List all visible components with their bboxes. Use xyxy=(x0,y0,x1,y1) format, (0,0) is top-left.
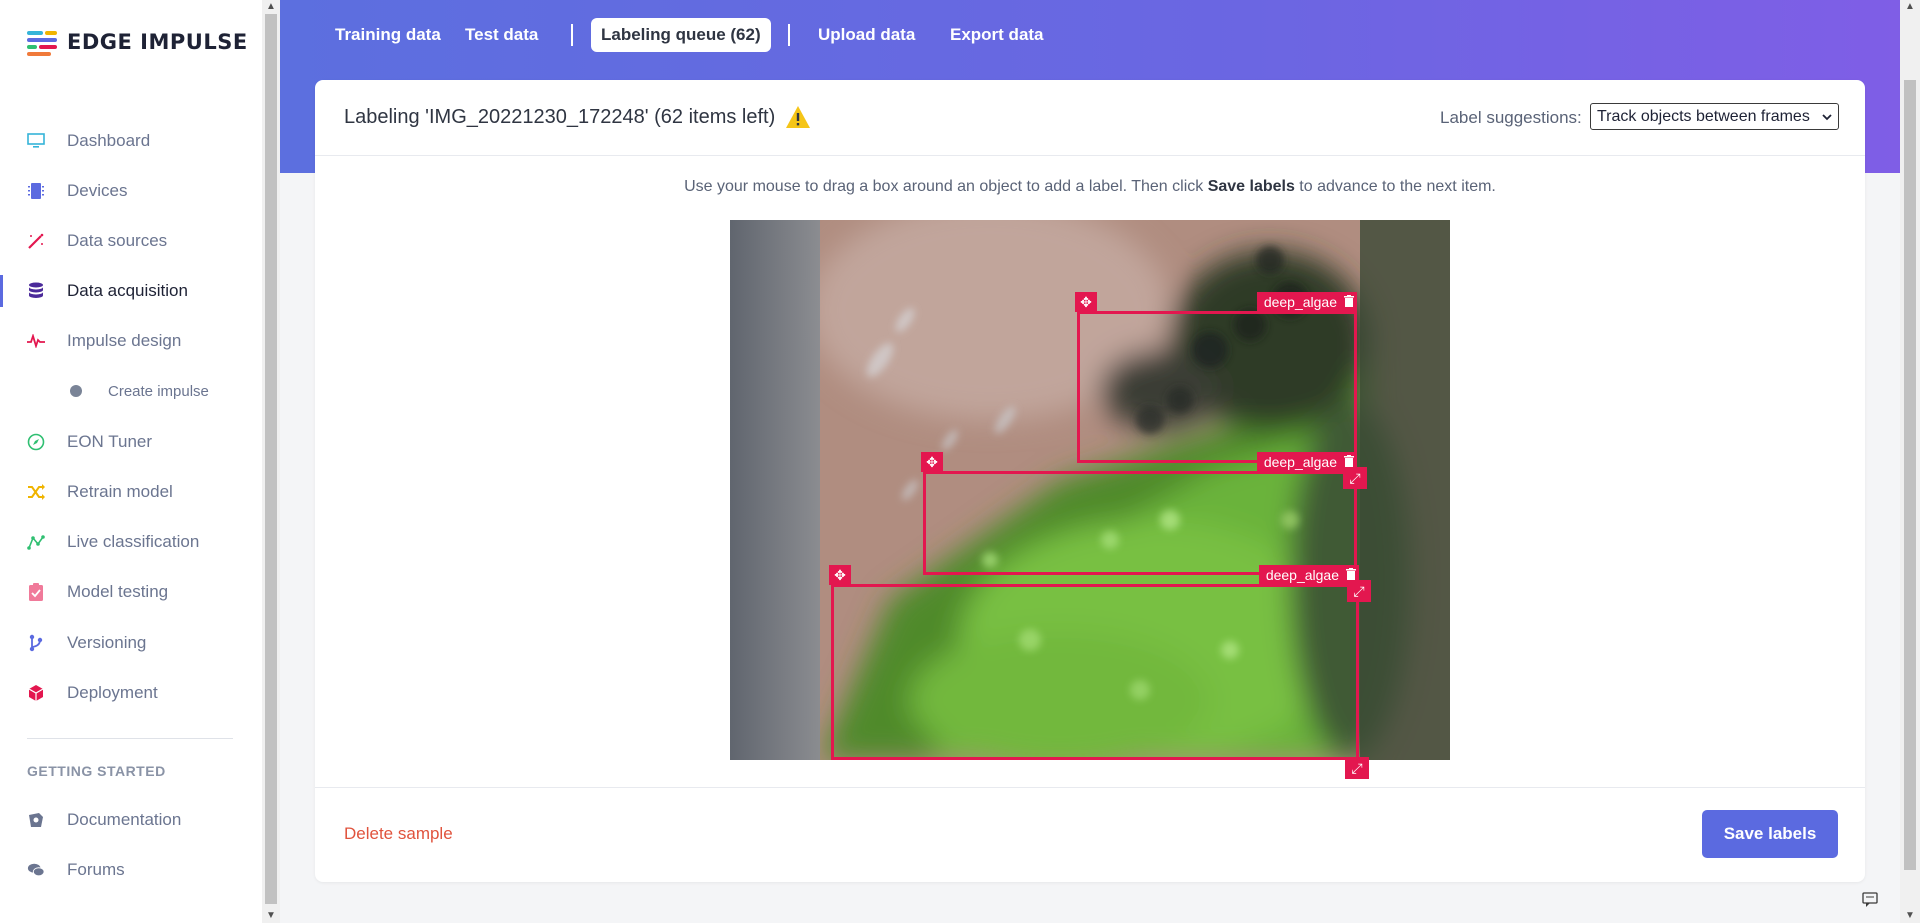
chevron-down-icon xyxy=(1822,108,1832,126)
sidebar-item-label: EON Tuner xyxy=(67,432,153,451)
shuffle-icon xyxy=(27,483,45,501)
edge-impulse-logo-icon xyxy=(27,30,59,56)
sidebar-item-label: Deployment xyxy=(67,683,158,702)
magic-wand-icon xyxy=(27,232,45,250)
sidebar-item-forums[interactable]: Forums xyxy=(0,850,262,890)
trash-icon[interactable] xyxy=(1345,567,1357,581)
sidebar-item-retrain-model[interactable]: Retrain model xyxy=(0,472,262,512)
page-scrollbar-thumb[interactable] xyxy=(1904,80,1916,870)
sidebar-item-data-sources[interactable]: Data sources xyxy=(0,221,262,261)
tab-test-data[interactable]: Test data xyxy=(455,18,548,52)
sidebar-item-versioning[interactable]: Versioning xyxy=(0,623,262,663)
sidebar-item-dashboard[interactable]: Dashboard xyxy=(0,121,262,161)
sidebar-item-documentation[interactable]: Documentation xyxy=(0,800,262,840)
move-handle-icon[interactable]: ✥ xyxy=(921,452,943,472)
graph-icon xyxy=(27,533,45,551)
page-scrollbar[interactable]: ▲ ▼ xyxy=(1900,0,1920,923)
dot-icon xyxy=(70,385,82,397)
save-labels-button[interactable]: Save labels xyxy=(1702,810,1838,858)
clipboard-check-icon xyxy=(27,583,45,601)
bounding-box-label-text: deep_algae xyxy=(1263,454,1337,470)
sidebar-scrollbar[interactable]: ▲ ▼ xyxy=(262,0,280,923)
cube-icon xyxy=(27,684,45,702)
sidebar-item-devices[interactable]: Devices xyxy=(0,171,262,211)
bounding-box[interactable]: ✥ deep_algae xyxy=(1075,292,1357,463)
sidebar-item-impulse-design[interactable]: Impulse design xyxy=(0,321,262,361)
tab-separator xyxy=(788,24,790,46)
move-handle-icon[interactable]: ✥ xyxy=(829,565,851,585)
compass-icon xyxy=(27,433,45,451)
sidebar-item-label: Impulse design xyxy=(67,331,182,350)
chat-bubbles-icon xyxy=(27,861,45,879)
sidebar-item-label: Forums xyxy=(67,860,125,879)
sidebar-divider xyxy=(27,738,233,739)
label-suggestions-label: Label suggestions: xyxy=(1440,108,1582,127)
bounding-box[interactable]: ✥ deep_algae ⤢ xyxy=(921,452,1367,575)
sidebar-item-model-testing[interactable]: Model testing xyxy=(0,572,262,612)
tab-labeling-queue[interactable]: Labeling queue (62) xyxy=(591,18,771,52)
resize-handle-icon[interactable]: ⤢ xyxy=(1345,757,1369,779)
sidebar-item-label: Documentation xyxy=(67,810,182,829)
trash-icon[interactable] xyxy=(1343,454,1355,468)
sidebar-item-label: Live classification xyxy=(67,532,200,551)
section-heading: GETTING STARTED xyxy=(27,763,166,779)
trash-icon[interactable] xyxy=(1343,294,1355,308)
bounding-box-label: deep_algae xyxy=(1258,565,1359,585)
instruction-text: Use your mouse to drag a box around an o… xyxy=(315,178,1865,196)
tab-upload-data[interactable]: Upload data xyxy=(808,18,925,52)
card-footer-divider xyxy=(315,787,1865,788)
sidebar-item-live-classification[interactable]: Live classification xyxy=(0,522,262,562)
delete-sample-link[interactable]: Delete sample xyxy=(344,824,453,844)
branch-icon xyxy=(27,634,45,652)
sidebar-item-label: Data acquisition xyxy=(67,281,188,300)
book-icon xyxy=(27,811,45,829)
sidebar-item-label: Dashboard xyxy=(67,131,151,150)
bounding-box-label: deep_algae xyxy=(1256,292,1357,312)
instruction-bold: Save labels xyxy=(1207,178,1295,195)
sidebar-scrollbar-thumb[interactable] xyxy=(265,14,277,904)
bounding-box[interactable]: ✥ deep_algae ⤢ ⤢ xyxy=(829,565,1371,779)
sidebar-item-deployment[interactable]: Deployment xyxy=(0,673,262,713)
brand-name: EDGE IMPULSE xyxy=(67,30,248,54)
sidebar-item-label: Data sources xyxy=(67,231,168,250)
instruction-suffix: to advance to the next item. xyxy=(1294,178,1496,195)
sidebar-item-label: Devices xyxy=(67,181,128,200)
sidebar-item-data-acquisition[interactable]: Data acquisition xyxy=(0,271,262,311)
warning-icon[interactable] xyxy=(785,105,811,129)
card-header: Labeling 'IMG_20221230_172248' (62 items… xyxy=(315,80,1865,156)
sidebar-item-create-impulse[interactable]: Create impulse xyxy=(0,371,262,411)
database-icon xyxy=(27,282,45,300)
labeling-canvas[interactable]: ✥ deep_algae ✥ deep_algae ⤢ ✥ deep_algae xyxy=(730,220,1450,779)
sidebar-item-eon-tuner[interactable]: EON Tuner xyxy=(0,422,262,462)
sidebar-item-label: Versioning xyxy=(67,633,147,652)
pulse-icon xyxy=(27,332,45,350)
bounding-box-label: deep_algae xyxy=(1256,452,1357,472)
label-suggestions-select[interactable]: Track objects between frames xyxy=(1590,103,1839,130)
tab-training-data[interactable]: Training data xyxy=(325,18,451,52)
sidebar-item-label: Retrain model xyxy=(67,482,173,501)
feedback-icon[interactable] xyxy=(1862,892,1878,908)
bounding-box-label-text: deep_algae xyxy=(1265,567,1339,583)
label-suggestions-value: Track objects between frames xyxy=(1597,107,1810,125)
cpu-icon xyxy=(27,182,45,200)
resize-handle-icon[interactable]: ⤢ xyxy=(1347,580,1371,602)
bounding-box-label-text: deep_algae xyxy=(1263,294,1337,310)
sidebar-item-label: Create impulse xyxy=(108,382,209,400)
instruction-prefix: Use your mouse to drag a box around an o… xyxy=(684,178,1208,195)
tab-export-data[interactable]: Export data xyxy=(940,18,1054,52)
page-title: Labeling 'IMG_20221230_172248' (62 items… xyxy=(344,106,776,128)
logo[interactable]: EDGE IMPULSE xyxy=(27,30,248,56)
sidebar: EDGE IMPULSE Dashboard Devices Data sour… xyxy=(0,0,262,923)
labeling-card: Labeling 'IMG_20221230_172248' (62 items… xyxy=(315,80,1865,882)
tab-separator xyxy=(571,24,573,46)
move-handle-icon[interactable]: ✥ xyxy=(1075,292,1097,312)
resize-handle-icon[interactable]: ⤢ xyxy=(1343,467,1367,489)
monitor-icon xyxy=(27,132,45,150)
sidebar-item-label: Model testing xyxy=(67,582,169,601)
